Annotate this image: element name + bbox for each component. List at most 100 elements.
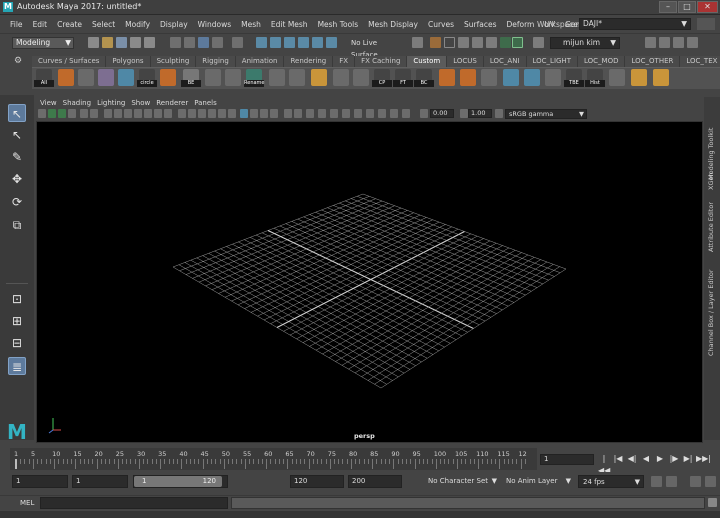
step-back-frame-button[interactable]: ◀| xyxy=(626,453,638,465)
safe-title-icon[interactable] xyxy=(164,109,172,118)
snap-point-icon[interactable] xyxy=(284,37,295,48)
hide-polys-icon[interactable] xyxy=(366,109,374,118)
menu-file[interactable]: File xyxy=(10,20,23,29)
anim-layer-select[interactable]: No Anim Layer ▼ xyxy=(502,475,574,488)
shelf-combine-icon[interactable] xyxy=(333,69,349,86)
four-pane-layout[interactable]: ⊞ xyxy=(8,312,26,330)
playback-end-field[interactable]: 120 xyxy=(290,475,344,488)
shelf-tab-curves-surfaces[interactable]: Curves / Surfaces xyxy=(32,56,107,67)
select-tool[interactable]: ↖ xyxy=(8,104,26,122)
panel-menu-view[interactable]: View xyxy=(40,99,57,107)
shelf-brush-icon[interactable] xyxy=(118,69,134,86)
exposure-field[interactable]: 0.00 xyxy=(430,109,454,118)
shelf-tab-loc-other[interactable]: LOC_OTHER xyxy=(625,56,681,67)
hide-cameras-icon[interactable] xyxy=(390,109,398,118)
preferences-icon[interactable] xyxy=(705,476,716,487)
menu-mesh[interactable]: Mesh xyxy=(241,20,261,29)
shelf-fill-icon[interactable] xyxy=(545,69,561,86)
workspace-lock-icon[interactable] xyxy=(697,18,715,30)
xray-icon[interactable] xyxy=(294,109,302,118)
use-all-lights-icon[interactable] xyxy=(218,109,226,118)
resolution-gate-icon[interactable] xyxy=(124,109,132,118)
animation-end-field[interactable]: 200 xyxy=(348,475,402,488)
shelf-display-icon[interactable] xyxy=(78,69,94,86)
loop-icon[interactable] xyxy=(666,476,677,487)
film-gate-icon[interactable] xyxy=(114,109,122,118)
wireframe-icon[interactable] xyxy=(178,109,186,118)
tab-channel-box[interactable]: Channel Box / Layer Editor xyxy=(707,269,720,364)
selection-mask-icon[interactable] xyxy=(232,37,243,48)
shelf-sphere-icon[interactable] xyxy=(160,69,176,86)
menu-windows[interactable]: Windows xyxy=(198,20,231,29)
wireframe-on-shaded-icon[interactable] xyxy=(198,109,206,118)
fps-select[interactable]: 24 fps ▼ xyxy=(578,475,644,488)
gate-mask-icon[interactable] xyxy=(134,109,142,118)
shelf-tool-icon[interactable] xyxy=(58,69,74,86)
component-mask-icon[interactable] xyxy=(212,37,223,48)
paint-select-tool[interactable]: ✎ xyxy=(8,148,26,166)
hide-nurbs-icon[interactable] xyxy=(354,109,362,118)
character-set-select[interactable]: No Character Set ▼ xyxy=(424,475,500,488)
menu-edit-mesh[interactable]: Edit Mesh xyxy=(271,20,308,29)
audio-icon[interactable] xyxy=(690,476,701,487)
select-camera-icon[interactable] xyxy=(38,109,46,118)
snap-grid-icon[interactable] xyxy=(256,37,267,48)
two-pane-layout[interactable]: ⊟ xyxy=(8,334,26,352)
menu-modify[interactable]: Modify xyxy=(125,20,150,29)
redo-icon[interactable] xyxy=(144,37,155,48)
menu-mesh-tools[interactable]: Mesh Tools xyxy=(318,20,359,29)
workspace-select[interactable]: DAJI* ▼ xyxy=(579,18,691,30)
gamma-field[interactable]: 1.00 xyxy=(468,109,492,118)
panel-menu-shading[interactable]: Shading xyxy=(63,99,91,107)
shelf-chest-icon[interactable] xyxy=(653,69,669,86)
shelf-mirror-icon[interactable] xyxy=(205,69,221,86)
shelf-tab-fx[interactable]: FX xyxy=(333,56,356,67)
script-editor-icon[interactable] xyxy=(708,498,717,507)
shelf-circle-button[interactable]: circle xyxy=(137,69,157,87)
shelf-rotate-icon[interactable] xyxy=(225,69,241,86)
command-input[interactable] xyxy=(40,497,228,509)
ipr-render-icon[interactable] xyxy=(472,37,483,48)
menu-display[interactable]: Display xyxy=(160,20,188,29)
hud-toggle-icon[interactable] xyxy=(342,109,350,118)
render-settings-icon[interactable] xyxy=(430,37,441,48)
menu-curves[interactable]: Curves xyxy=(428,20,454,29)
shelf-tab-loc-light[interactable]: LOC_LIGHT xyxy=(526,56,578,67)
backface-culling-icon[interactable] xyxy=(330,109,338,118)
toggle-attribute-editor-icon[interactable] xyxy=(659,37,670,48)
shelf-tab-loc-ani[interactable]: LOC_ANI xyxy=(483,56,527,67)
maximize-button[interactable]: □ xyxy=(678,1,696,13)
safe-action-icon[interactable] xyxy=(154,109,162,118)
menu-set-select[interactable]: Modeling ▼ xyxy=(12,37,74,49)
go-to-start-button[interactable]: |◀◀ xyxy=(598,453,610,475)
isolate-select-icon[interactable] xyxy=(284,109,292,118)
undo-icon[interactable] xyxy=(130,37,141,48)
smooth-shade-icon[interactable] xyxy=(188,109,196,118)
xray-components-icon[interactable] xyxy=(318,109,326,118)
xray-joints-icon[interactable] xyxy=(306,109,314,118)
open-scene-icon[interactable] xyxy=(102,37,113,48)
color-space-select[interactable]: sRGB gamma ▼ xyxy=(505,109,587,119)
shelf-settings-icon[interactable]: ⚙ xyxy=(14,56,22,66)
menu-mesh-display[interactable]: Mesh Display xyxy=(368,20,418,29)
user-account-select[interactable]: mijun kim ▼ xyxy=(550,37,620,49)
play-backwards-button[interactable]: ◀ xyxy=(640,453,652,465)
snap-surface-icon[interactable] xyxy=(312,37,323,48)
minimize-button[interactable]: – xyxy=(659,1,677,13)
step-forward-key-button[interactable]: ▶| xyxy=(682,453,694,465)
anti-aliasing-icon[interactable] xyxy=(260,109,268,118)
hide-lights-icon[interactable] xyxy=(378,109,386,118)
shelf-bc-button[interactable]: BC xyxy=(414,69,434,87)
shelf-tab-locus[interactable]: LOCUS xyxy=(447,56,484,67)
exposure-icon[interactable] xyxy=(420,109,428,118)
panel-menu-lighting[interactable]: Lighting xyxy=(97,99,125,107)
rotate-tool[interactable]: ⟳ xyxy=(8,193,26,211)
view-transform-icon[interactable] xyxy=(495,109,503,118)
shelf-tbe-button[interactable]: TBE xyxy=(564,69,584,87)
toggle-tool-settings-icon[interactable] xyxy=(673,37,684,48)
panel-menu-renderer[interactable]: Renderer xyxy=(156,99,188,107)
move-tool[interactable]: ✥ xyxy=(8,170,26,188)
shelf-extrude-icon[interactable] xyxy=(460,69,476,86)
menu-create[interactable]: Create xyxy=(57,20,82,29)
range-slider-handle[interactable]: 1 120 xyxy=(134,476,222,487)
